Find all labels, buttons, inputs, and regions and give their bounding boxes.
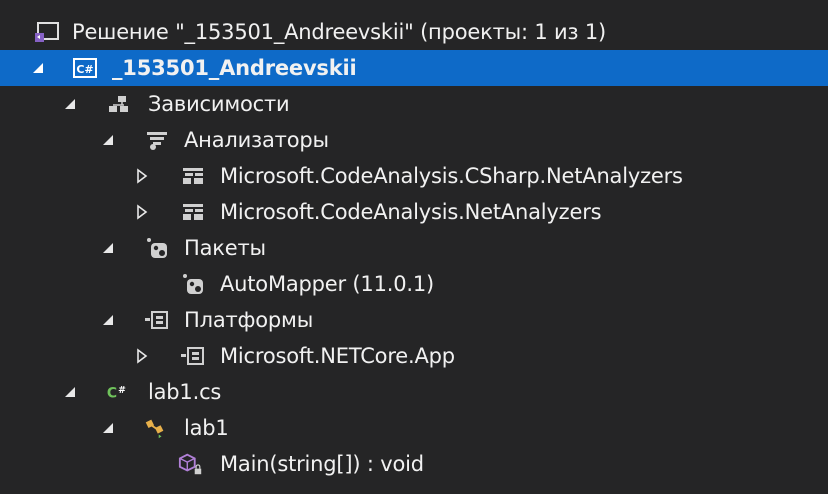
solution-explorer-tree: Решение "_153501_Andreevskii" (проекты: … <box>0 0 828 494</box>
collapse-arrow-icon[interactable] <box>100 240 116 256</box>
expand-arrow-icon[interactable] <box>134 204 150 220</box>
analyzer-icon <box>144 128 170 152</box>
tree-row-lab1-file[interactable]: C # lab1.cs <box>0 374 828 410</box>
tree-row-project[interactable]: C# _153501_Andreevskii <box>0 50 828 86</box>
tree-row-main-method[interactable]: Main(string[]) : void <box>0 446 828 482</box>
collapse-arrow-icon[interactable] <box>100 420 116 436</box>
framework-icon <box>180 344 206 368</box>
svg-text:C: C <box>107 386 117 402</box>
analyzers-label: Анализаторы <box>184 128 329 152</box>
nuget-package-icon <box>144 236 170 260</box>
tree-row-solution[interactable]: Решение "_153501_Andreevskii" (проекты: … <box>0 14 828 50</box>
tree-row-frameworks[interactable]: Платформы <box>0 302 828 338</box>
expand-arrow-icon[interactable] <box>134 168 150 184</box>
lab1-file-label: lab1.cs <box>148 380 222 404</box>
tree-row-analyzer-csharp[interactable]: Microsoft.CodeAnalysis.CSharp.NetAnalyze… <box>0 158 828 194</box>
automapper-label: AutoMapper (11.0.1) <box>220 272 435 296</box>
collapse-arrow-icon[interactable] <box>100 132 116 148</box>
class-icon <box>142 416 168 440</box>
main-method-label: Main(string[]) : void <box>220 452 424 476</box>
svg-text:C#: C# <box>76 63 93 76</box>
analyzer-icon <box>180 164 206 188</box>
analyzer-icon <box>180 200 206 224</box>
tree-row-analyzer-net[interactable]: Microsoft.CodeAnalysis.NetAnalyzers <box>0 194 828 230</box>
dependencies-icon <box>106 92 132 116</box>
csharp-file-icon: C # <box>106 380 132 404</box>
tree-row-analyzers[interactable]: Анализаторы <box>0 122 828 158</box>
lab1-class-label: lab1 <box>184 416 229 440</box>
frameworks-label: Платформы <box>184 308 314 332</box>
framework-icon <box>144 308 170 332</box>
tree-row-automapper[interactable]: AutoMapper (11.0.1) <box>0 266 828 302</box>
analyzer-net-label: Microsoft.CodeAnalysis.NetAnalyzers <box>220 200 602 224</box>
nuget-package-icon <box>180 272 206 296</box>
dependencies-label: Зависимости <box>148 92 290 116</box>
tree-row-lab1-class[interactable]: lab1 <box>0 410 828 446</box>
collapse-arrow-icon[interactable] <box>62 96 78 112</box>
project-label: _153501_Andreevskii <box>112 56 357 80</box>
tree-row-packages[interactable]: Пакеты <box>0 230 828 266</box>
expand-arrow-icon[interactable] <box>134 348 150 364</box>
solution-label: Решение "_153501_Andreevskii" (проекты: … <box>72 20 607 44</box>
collapse-arrow-icon[interactable] <box>30 60 46 76</box>
packages-label: Пакеты <box>184 236 266 260</box>
tree-row-netcore[interactable]: Microsoft.NETCore.App <box>0 338 828 374</box>
method-icon <box>178 452 204 476</box>
tree-row-dependencies[interactable]: Зависимости <box>0 86 828 122</box>
csharp-project-icon: C# <box>72 56 98 80</box>
collapse-arrow-icon[interactable] <box>62 384 78 400</box>
svg-text:#: # <box>118 385 126 396</box>
netcore-label: Microsoft.NETCore.App <box>220 344 455 368</box>
analyzer-csharp-label: Microsoft.CodeAnalysis.CSharp.NetAnalyze… <box>220 164 683 188</box>
collapse-arrow-icon[interactable] <box>100 312 116 328</box>
visual-studio-solution-icon <box>34 20 60 44</box>
